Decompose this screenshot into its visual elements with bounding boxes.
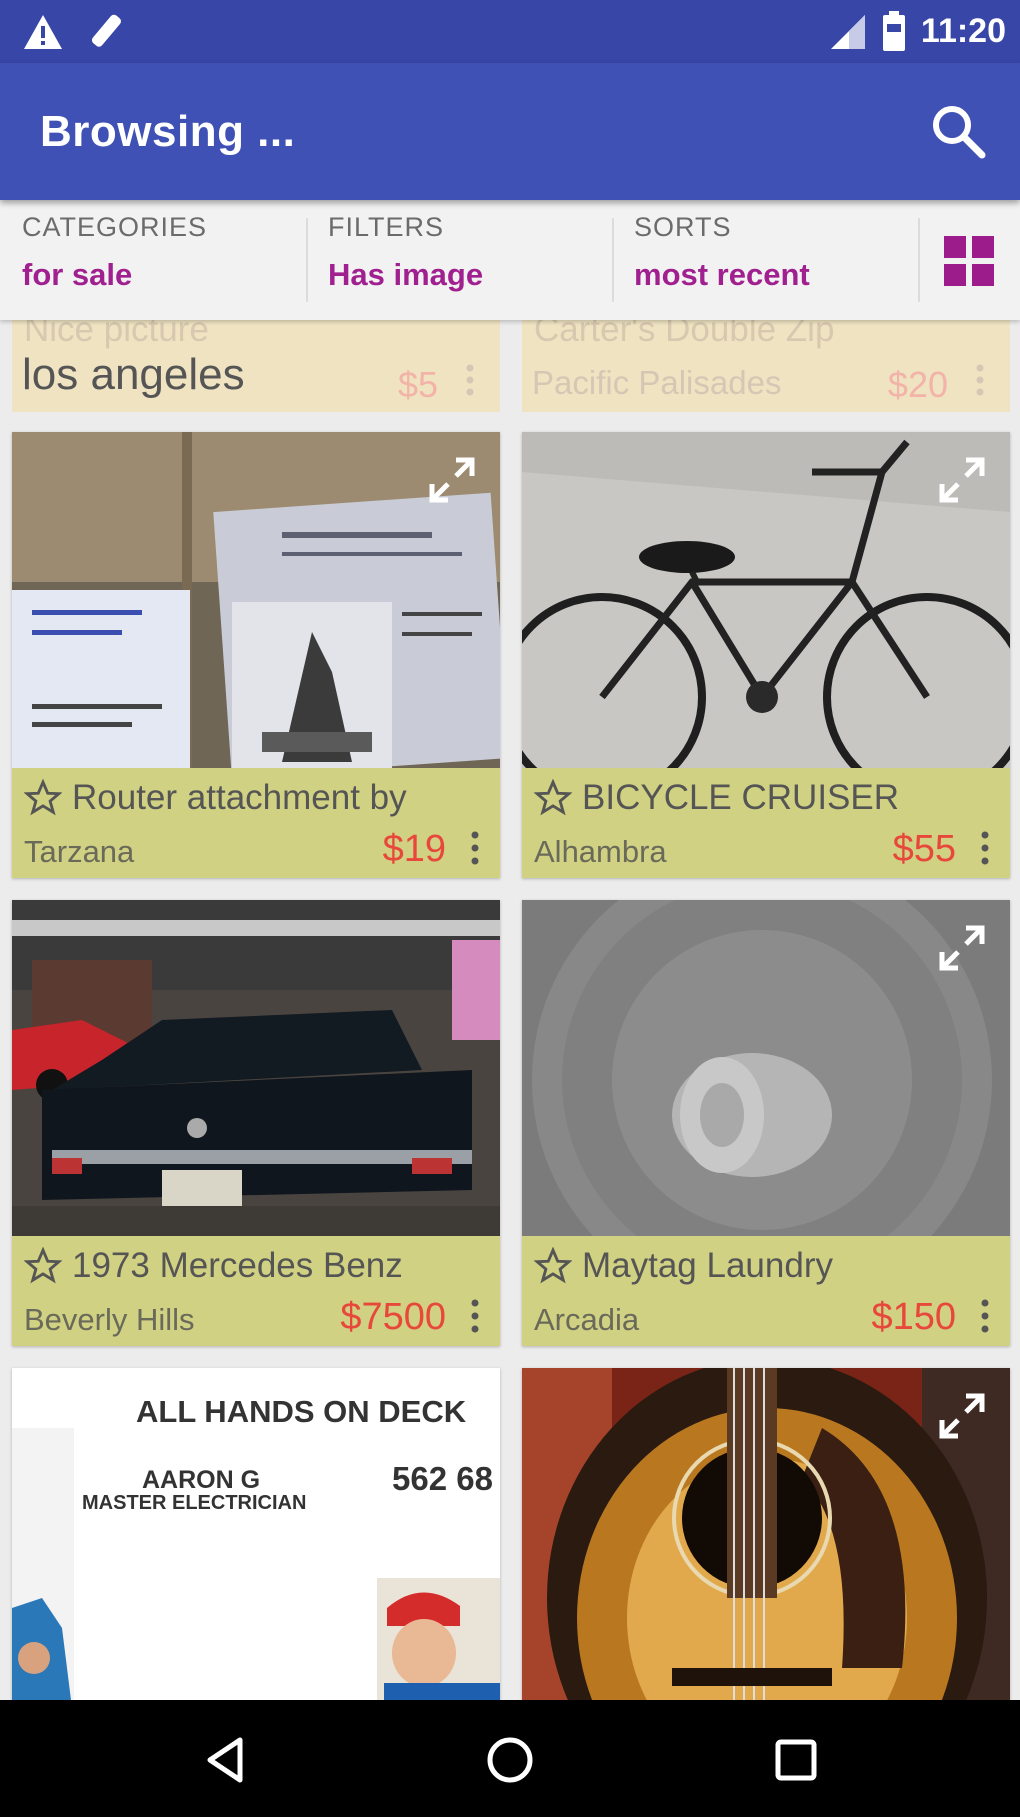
ad-headline: ALL HANDS ON DECK — [136, 1394, 467, 1429]
expand-icon[interactable] — [422, 450, 482, 510]
battery-icon — [882, 11, 905, 51]
app-bar: Browsing ... — [0, 63, 1020, 200]
expand-icon[interactable] — [932, 450, 992, 510]
listing-card-partial[interactable]: Carter's Double Zip Pacific Palisades $2… — [522, 320, 1010, 412]
listing-caption: Router attachment by Tarzana $19 — [12, 768, 500, 878]
more-options-icon[interactable] — [464, 362, 476, 398]
categories-value: for sale — [22, 257, 133, 292]
star-icon[interactable] — [24, 779, 62, 817]
filters-label: FILTERS — [328, 212, 445, 242]
grid-view-icon[interactable] — [944, 236, 994, 286]
listing-location: Beverly Hills — [24, 1302, 195, 1337]
filters-selector[interactable]: FILTERS Has image — [306, 200, 612, 320]
listing-grid[interactable]: Nice picture los angeles $5 Carter's Dou… — [0, 320, 1020, 1700]
warning-icon — [24, 15, 62, 49]
back-icon[interactable] — [196, 1730, 256, 1790]
listing-price: $150 — [871, 1296, 956, 1338]
listing-card-partial[interactable]: Nice picture los angeles $5 — [12, 320, 500, 412]
listing-image[interactable] — [522, 1368, 1010, 1700]
listing-card[interactable]: Router attachment by Tarzana $19 — [12, 432, 500, 878]
listing-price: $19 — [382, 828, 446, 870]
page-title: Browsing ... — [40, 107, 296, 156]
home-icon[interactable] — [480, 1730, 540, 1790]
status-bar: 11:20 — [0, 0, 1020, 63]
listing-price: $55 — [892, 828, 956, 870]
star-icon[interactable] — [24, 1247, 62, 1285]
listing-caption: BICYCLE CRUISER Alhambra $55 — [522, 768, 1010, 878]
listing-card[interactable]: BICYCLE CRUISER Alhambra $55 — [522, 432, 1010, 878]
listing-image[interactable] — [522, 432, 1010, 768]
listing-location: los angeles — [22, 350, 245, 399]
listing-title: 1973 Mercedes Benz — [72, 1246, 403, 1285]
listing-location: Alhambra — [534, 834, 667, 869]
signal-icon — [830, 15, 865, 49]
mercedes-photo — [12, 900, 500, 1236]
listing-price: $20 — [887, 364, 948, 405]
listing-location: Arcadia — [534, 1302, 640, 1337]
listing-title: Nice picture — [24, 320, 209, 349]
status-time: 11:20 — [920, 11, 1006, 50]
edit-icon — [91, 14, 121, 47]
electrician-ad[interactable]: ALL HANDS ON DECK AARON G MASTER ELECTRI… — [12, 1368, 500, 1700]
expand-icon[interactable] — [932, 918, 992, 978]
listing-caption: 1973 Mercedes Benz Beverly Hills $7500 — [12, 1236, 500, 1346]
listing-image[interactable] — [12, 900, 500, 1236]
more-options-icon[interactable] — [978, 830, 992, 866]
more-options-icon[interactable] — [978, 1298, 992, 1334]
sorts-label: SORTS — [634, 212, 732, 242]
search-button[interactable] — [926, 99, 990, 163]
listing-title: Maytag Laundry — [582, 1246, 833, 1285]
sorts-value: most recent — [634, 257, 810, 292]
star-icon[interactable] — [534, 779, 572, 817]
listing-image[interactable] — [12, 432, 500, 768]
ad-graphic — [12, 1428, 500, 1700]
listing-title: Carter's Double Zip — [534, 320, 835, 349]
search-icon — [933, 106, 986, 159]
listing-title: Router attachment by — [72, 778, 407, 817]
listing-location: Pacific Palisades — [532, 364, 782, 401]
navigation-bar — [0, 1700, 1020, 1817]
star-icon[interactable] — [534, 1247, 572, 1285]
listing-title: BICYCLE CRUISER — [582, 778, 900, 817]
listing-card[interactable]: 1973 Mercedes Benz Beverly Hills $7500 — [12, 900, 500, 1346]
filters-value: Has image — [328, 257, 484, 292]
listing-card[interactable] — [522, 1368, 1010, 1700]
recents-icon[interactable] — [766, 1730, 826, 1790]
more-options-icon[interactable] — [468, 1298, 482, 1334]
listing-price: $5 — [397, 364, 438, 405]
categories-label: CATEGORIES — [22, 212, 208, 242]
divider — [918, 218, 920, 302]
categories-selector[interactable]: CATEGORIES for sale — [0, 200, 306, 320]
sorts-selector[interactable]: SORTS most recent — [612, 200, 918, 320]
listing-location: Tarzana — [24, 834, 135, 869]
more-options-icon[interactable] — [468, 830, 482, 866]
listing-price: $7500 — [340, 1296, 446, 1338]
expand-icon[interactable] — [932, 1386, 992, 1446]
filter-bar: CATEGORIES for sale FILTERS Has image SO… — [0, 200, 1020, 320]
more-options-icon[interactable] — [974, 362, 986, 398]
listing-image[interactable] — [522, 900, 1010, 1236]
listing-card[interactable]: ALL HANDS ON DECK AARON G MASTER ELECTRI… — [12, 1368, 500, 1700]
listing-card[interactable]: Maytag Laundry Arcadia $150 — [522, 900, 1010, 1346]
listing-caption: Maytag Laundry Arcadia $150 — [522, 1236, 1010, 1346]
